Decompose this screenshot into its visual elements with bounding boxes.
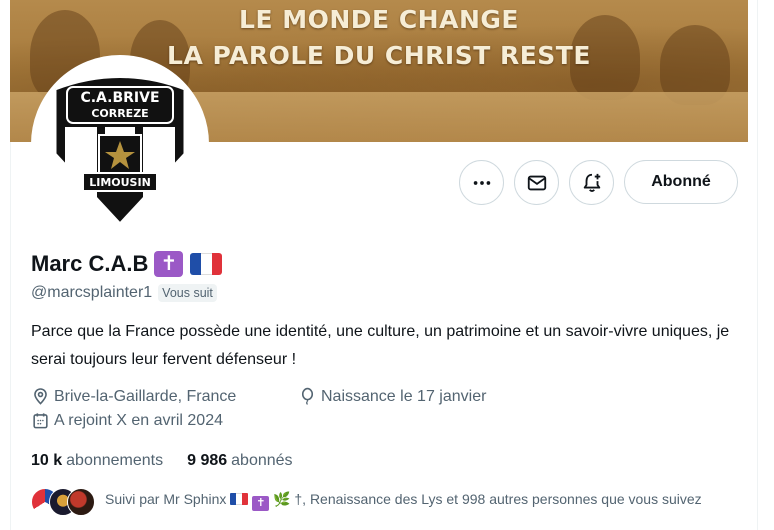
mutual-avatars	[31, 488, 95, 518]
following-button[interactable]: Abonné	[624, 160, 738, 204]
name-row: Marc C.A.B ✝	[31, 251, 223, 277]
location: Brive-la-Gaillarde, France	[31, 387, 236, 406]
birthday-text: Naissance le 17 janvier	[321, 387, 487, 405]
location-text: Brive-la-Gaillarde, France	[54, 387, 237, 405]
banner-text-line1: LE MONDE CHANGE	[239, 5, 519, 34]
display-name: Marc C.A.B	[31, 251, 149, 276]
following-count: 10 k	[31, 452, 63, 469]
latin-cross-emoji: ✝	[154, 251, 184, 277]
crest-text-2: CORREZE	[91, 107, 148, 120]
handle-row: @marcsplainter1 Vous suit	[31, 284, 217, 302]
bell-plus-icon	[583, 173, 600, 192]
crest-text-3: LIMOUSIN	[89, 176, 151, 189]
more-icon	[473, 180, 490, 185]
avatar[interactable]: C.A.BRIVE CORREZE LIMOUSIN	[31, 55, 209, 233]
calendar-icon	[33, 413, 48, 429]
latin-cross-emoji: ✝	[252, 496, 270, 511]
france-flag-icon	[190, 253, 223, 275]
mail-icon	[527, 175, 546, 190]
location-pin-icon	[34, 388, 47, 405]
avatar	[67, 488, 95, 516]
message-button[interactable]	[514, 160, 559, 205]
joined-text: A rejoint X en avril 2024	[54, 411, 223, 429]
bio: Parce que la France possède une identité…	[31, 323, 730, 368]
follows-you-badge: Vous suit	[158, 284, 217, 302]
france-flag-icon	[230, 493, 249, 505]
more-button[interactable]	[459, 160, 504, 205]
followed-by-prefix: Suivi par Mr Sphinx	[105, 491, 227, 507]
followed-by-suffix: 🌿 †, Renaissance des Lys et 998 autres p…	[273, 491, 702, 507]
followers-you-know[interactable]: Suivi par Mr Sphinx ✝ 🌿 †, Renaissance d…	[31, 488, 702, 518]
followers-label: abonnés	[231, 452, 293, 469]
handle: @marcsplainter1	[31, 284, 153, 301]
following-label: abonnements	[66, 452, 164, 469]
joined-date: A rejoint X en avril 2024	[31, 411, 223, 430]
crest-text-1: C.A.BRIVE	[80, 90, 159, 106]
notify-button[interactable]	[569, 160, 614, 205]
followers-count: 9 986	[187, 452, 228, 469]
birthday: Naissance le 17 janvier	[298, 387, 486, 406]
follow-counts: 10 k abonnements 9 986 abonnés	[31, 452, 293, 470]
balloon-icon	[301, 387, 314, 405]
followers-link[interactable]: 9 986 abonnés	[187, 452, 292, 470]
following-link[interactable]: 10 k abonnements	[31, 452, 163, 470]
followed-by-text: Suivi par Mr Sphinx ✝ 🌿 †, Renaissance d…	[105, 489, 745, 511]
club-crest-icon: C.A.BRIVE CORREZE LIMOUSIN	[53, 75, 187, 227]
